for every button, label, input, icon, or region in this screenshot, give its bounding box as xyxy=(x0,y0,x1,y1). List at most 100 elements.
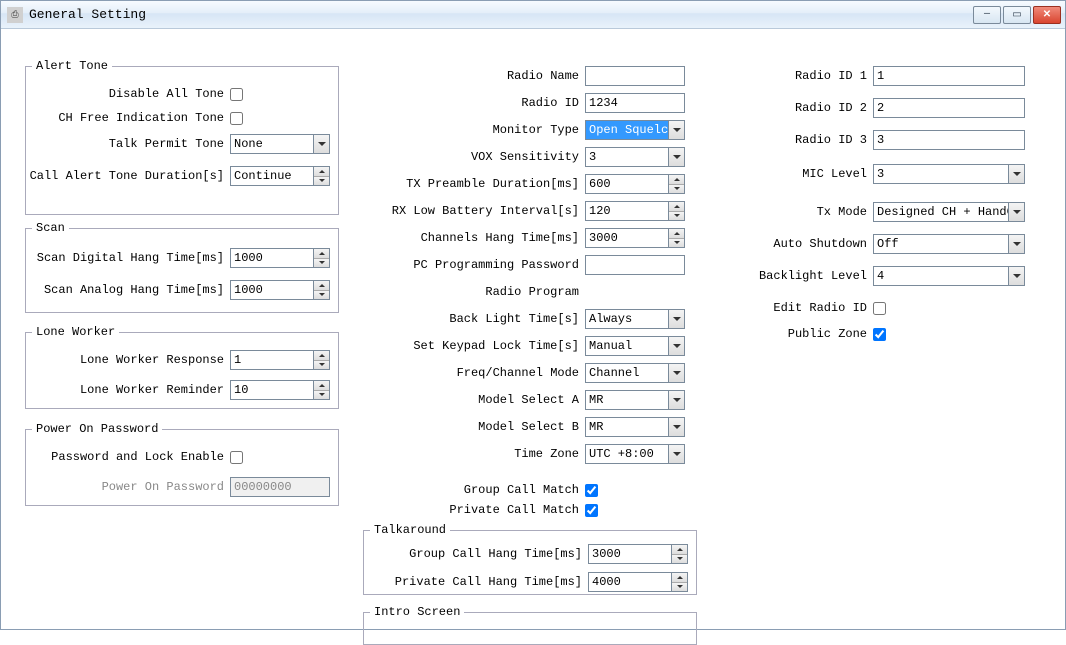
chevron-down-icon[interactable] xyxy=(672,555,687,564)
label-ch-free-tone: CH Free Indication Tone xyxy=(26,111,230,125)
group-alert-tone: Alert Tone Disable All Tone CH Free Indi… xyxy=(25,59,339,215)
maximize-button[interactable]: ▭ xyxy=(1003,6,1031,24)
spinner-private-hang[interactable]: 4000 xyxy=(588,572,688,592)
chevron-down-icon[interactable] xyxy=(1008,267,1024,285)
chevron-up-icon[interactable] xyxy=(314,281,329,291)
spinner-lone-reminder[interactable]: 10 xyxy=(230,380,330,400)
chevron-down-icon[interactable] xyxy=(314,391,329,400)
chevron-down-icon[interactable] xyxy=(668,418,684,436)
chevron-down-icon[interactable] xyxy=(668,310,684,328)
label-model-a: Model Select A xyxy=(371,393,585,407)
spinner-call-alert-duration[interactable]: Continue xyxy=(230,166,330,186)
label-vox-sensitivity: VOX Sensitivity xyxy=(371,150,585,164)
label-time-zone: Time Zone xyxy=(371,447,585,461)
spinner-lone-response[interactable]: 1 xyxy=(230,350,330,370)
spinner-channels-hang[interactable]: 3000 xyxy=(585,228,685,248)
checkbox-password-enable[interactable] xyxy=(230,451,243,464)
select-backlight-time[interactable]: Always xyxy=(585,309,685,329)
window-title: General Setting xyxy=(29,7,973,22)
chevron-down-icon[interactable] xyxy=(668,445,684,463)
chevron-down-icon[interactable] xyxy=(668,121,684,139)
chevron-down-icon[interactable] xyxy=(314,177,329,186)
chevron-up-icon[interactable] xyxy=(314,167,329,177)
chevron-down-icon[interactable] xyxy=(669,212,684,221)
select-model-a[interactable]: MR xyxy=(585,390,685,410)
chevron-down-icon[interactable] xyxy=(314,259,329,268)
label-group-call-match: Group Call Match xyxy=(371,483,585,497)
chevron-down-icon[interactable] xyxy=(314,361,329,370)
label-tx-mode: Tx Mode xyxy=(721,205,873,219)
checkbox-ch-free-tone[interactable] xyxy=(230,112,243,125)
select-tx-mode[interactable]: Designed CH + HandCH xyxy=(873,202,1025,222)
label-radio-name: Radio Name xyxy=(371,69,585,83)
select-freq-channel[interactable]: Channel xyxy=(585,363,685,383)
label-freq-channel: Freq/Channel Mode xyxy=(371,366,585,380)
label-talk-permit-tone: Talk Permit Tone xyxy=(26,137,230,151)
checkbox-group-call-match[interactable] xyxy=(585,484,598,497)
label-power-on-password: Power On Password xyxy=(26,480,230,494)
input-radio-name[interactable] xyxy=(585,66,685,86)
select-keypad-lock[interactable]: Manual xyxy=(585,336,685,356)
chevron-down-icon[interactable] xyxy=(668,337,684,355)
chevron-down-icon[interactable] xyxy=(1008,235,1024,253)
spinner-tx-preamble[interactable]: 600 xyxy=(585,174,685,194)
label-radio-id2: Radio ID 2 xyxy=(721,101,873,115)
label-mic-level: MIC Level xyxy=(721,167,873,181)
checkbox-disable-all-tone[interactable] xyxy=(230,88,243,101)
spinner-rx-low-batt[interactable]: 120 xyxy=(585,201,685,221)
minimize-button[interactable]: — xyxy=(973,6,1001,24)
select-auto-shutdown[interactable]: Off xyxy=(873,234,1025,254)
input-pc-prog-pw[interactable] xyxy=(585,255,685,275)
select-mic-level[interactable]: 3 xyxy=(873,164,1025,184)
select-backlight-level[interactable]: 4 xyxy=(873,266,1025,286)
label-scan-analog: Scan Analog Hang Time[ms] xyxy=(26,283,230,297)
label-channels-hang: Channels Hang Time[ms] xyxy=(371,231,585,245)
label-password-enable: Password and Lock Enable xyxy=(26,450,230,464)
chevron-down-icon[interactable] xyxy=(669,185,684,194)
titlebar: ⎙ General Setting — ▭ ✕ xyxy=(1,1,1065,29)
window: ⎙ General Setting — ▭ ✕ Alert Tone Disab… xyxy=(0,0,1066,630)
input-radio-id[interactable] xyxy=(585,93,685,113)
spinner-scan-digital[interactable]: 1000 xyxy=(230,248,330,268)
input-radio-id1[interactable] xyxy=(873,66,1025,86)
label-private-hang: Private Call Hang Time[ms] xyxy=(364,575,588,589)
chevron-down-icon[interactable] xyxy=(668,391,684,409)
chevron-up-icon[interactable] xyxy=(314,351,329,361)
select-vox-sensitivity[interactable]: 3 xyxy=(585,147,685,167)
chevron-down-icon[interactable] xyxy=(313,135,329,153)
label-radio-id3: Radio ID 3 xyxy=(721,133,873,147)
chevron-up-icon[interactable] xyxy=(669,175,684,185)
spinner-group-hang[interactable]: 3000 xyxy=(588,544,688,564)
chevron-up-icon[interactable] xyxy=(672,573,687,583)
select-time-zone[interactable]: UTC +8:00 xyxy=(585,444,685,464)
select-model-b[interactable]: MR xyxy=(585,417,685,437)
chevron-down-icon[interactable] xyxy=(1008,203,1024,221)
chevron-up-icon[interactable] xyxy=(669,229,684,239)
input-radio-id2[interactable] xyxy=(873,98,1025,118)
spinner-scan-analog[interactable]: 1000 xyxy=(230,280,330,300)
chevron-up-icon[interactable] xyxy=(672,545,687,555)
chevron-down-icon[interactable] xyxy=(314,291,329,300)
chevron-down-icon[interactable] xyxy=(668,148,684,166)
chevron-down-icon[interactable] xyxy=(1008,165,1024,183)
select-monitor-type[interactable]: Open Squelch xyxy=(585,120,685,140)
chevron-down-icon[interactable] xyxy=(669,239,684,248)
checkbox-edit-radio-id[interactable] xyxy=(873,302,886,315)
select-talk-permit-tone[interactable]: None xyxy=(230,134,330,154)
label-call-alert-duration: Call Alert Tone Duration[s] xyxy=(26,169,230,183)
input-radio-id3[interactable] xyxy=(873,130,1025,150)
label-lone-reminder: Lone Worker Reminder xyxy=(26,383,230,397)
chevron-up-icon[interactable] xyxy=(314,381,329,391)
checkbox-public-zone[interactable] xyxy=(873,328,886,341)
legend-lone-worker: Lone Worker xyxy=(32,325,119,339)
label-lone-response: Lone Worker Response xyxy=(26,353,230,367)
checkbox-private-call-match[interactable] xyxy=(585,504,598,517)
close-button[interactable]: ✕ xyxy=(1033,6,1061,24)
label-radio-program: Radio Program xyxy=(371,285,585,299)
label-model-b: Model Select B xyxy=(371,420,585,434)
chevron-down-icon[interactable] xyxy=(672,583,687,592)
group-talkaround: Talkaround Group Call Hang Time[ms] 3000… xyxy=(363,523,697,595)
chevron-down-icon[interactable] xyxy=(668,364,684,382)
chevron-up-icon[interactable] xyxy=(314,249,329,259)
chevron-up-icon[interactable] xyxy=(669,202,684,212)
